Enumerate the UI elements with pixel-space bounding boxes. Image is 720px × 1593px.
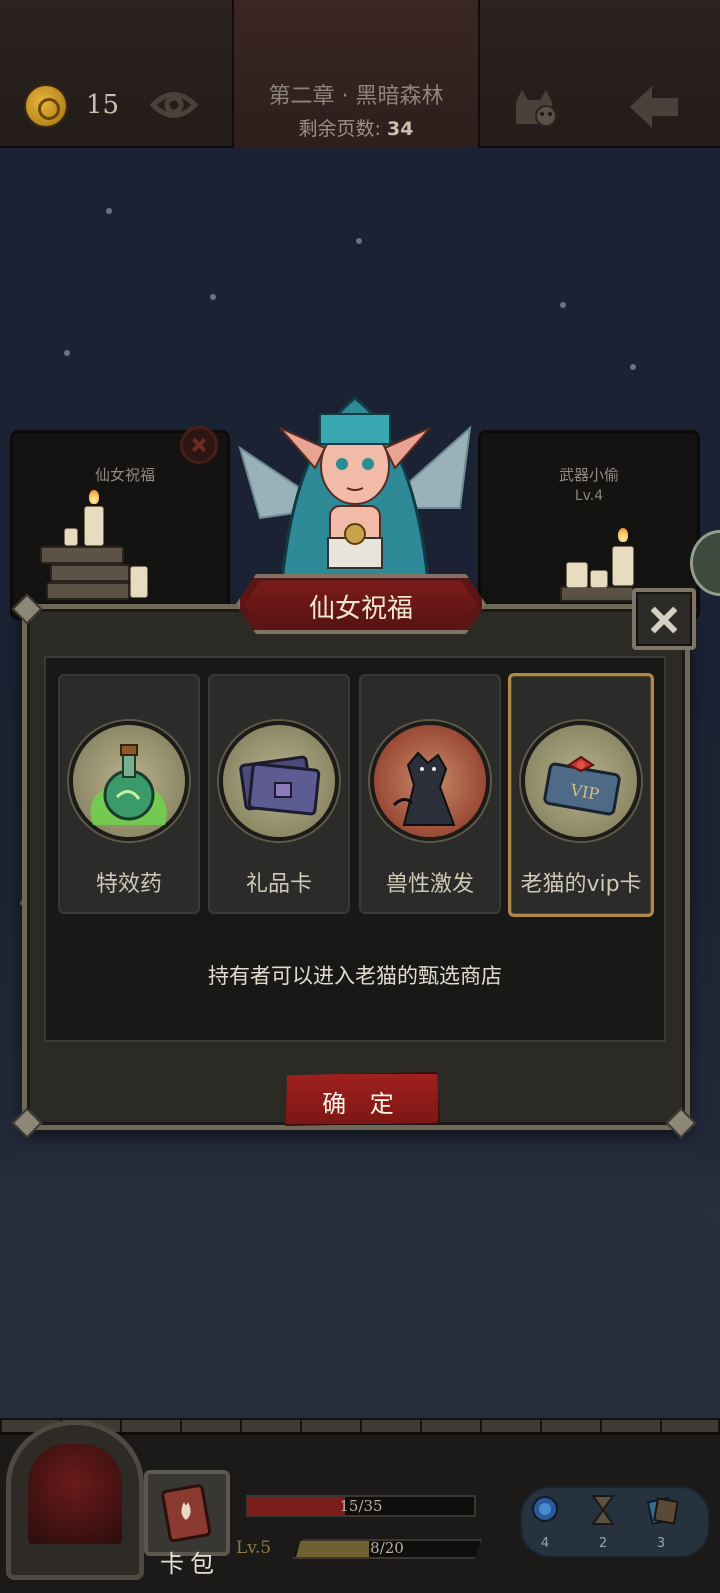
- option-label: 老猫的vip卡: [520, 872, 642, 897]
- compass-count: 4: [540, 1536, 550, 1551]
- event-card-right-level: Lv.4: [574, 488, 604, 504]
- candle-icon: [612, 546, 634, 586]
- dialog-title: 仙女祝福: [308, 594, 413, 624]
- snowflake: [210, 294, 216, 300]
- snowflake: [106, 208, 112, 214]
- chapter-title: 第二章 · 黑暗森林: [268, 84, 444, 109]
- candle-icon: [590, 570, 608, 588]
- option-icon-frame: [370, 721, 490, 841]
- werewolf-icon: [392, 751, 456, 826]
- snowflake: [560, 302, 566, 308]
- confirm-button-label[interactable]: 确 定: [284, 1084, 440, 1119]
- pages-left: 剩余页数: 34: [232, 114, 480, 141]
- compass-icon[interactable]: [530, 1494, 560, 1524]
- snowflake: [64, 350, 70, 356]
- option-icon-frame: [69, 721, 189, 841]
- book-stack-icon: [50, 564, 130, 582]
- option-description: 持有者可以进入老猫的甄选商店: [208, 964, 502, 988]
- card-bag-icon: [161, 1484, 212, 1542]
- flame-icon: [618, 528, 628, 542]
- option-label: 兽性激发: [385, 872, 474, 897]
- candle-icon: [566, 562, 588, 588]
- level-text: Lv.5: [236, 1538, 272, 1558]
- event-card-right-label: 武器小偷: [558, 466, 619, 484]
- candle-icon: [84, 506, 104, 546]
- eye-icon[interactable]: [150, 86, 198, 124]
- close-button[interactable]: [632, 588, 696, 650]
- coin-icon: [24, 84, 68, 128]
- potion-icon: [90, 744, 167, 825]
- card-dismiss-icon[interactable]: [180, 426, 218, 464]
- card-icon[interactable]: [646, 1494, 678, 1526]
- hourglass-icon[interactable]: [590, 1494, 616, 1526]
- vip-card-icon: VIP: [543, 755, 621, 816]
- book-stack-icon: [560, 586, 634, 602]
- book-stack-icon: [46, 582, 130, 600]
- coin-count: 15: [86, 90, 120, 120]
- pages-left-value: 34: [387, 118, 414, 140]
- pages-left-label: 剩余页数:: [298, 118, 381, 140]
- option-label: 特效药: [95, 872, 162, 897]
- option-icon-frame: [219, 721, 339, 841]
- flame-icon: [89, 490, 99, 504]
- card-bag-label[interactable]: 卡包: [140, 1544, 240, 1579]
- event-card-left-label: 仙女祝福: [94, 466, 155, 484]
- snowflake: [630, 364, 636, 370]
- snowy-ground: [0, 1180, 720, 1420]
- health-text: 15/35: [339, 1497, 383, 1515]
- option-label: 礼品卡: [245, 872, 312, 897]
- candle-icon: [64, 528, 78, 546]
- ghost-cat-icon[interactable]: [510, 84, 566, 128]
- card-count: 3: [656, 1536, 666, 1551]
- candle-icon: [130, 566, 148, 598]
- hero-avatar[interactable]: [28, 1444, 122, 1544]
- back-arrow-icon[interactable]: [626, 82, 682, 132]
- gift-card-icon: [239, 755, 321, 816]
- snowflake: [356, 238, 362, 244]
- book-stack-icon: [40, 546, 124, 564]
- hourglass-count: 2: [598, 1536, 608, 1551]
- option-icon-frame: VIP: [521, 721, 641, 841]
- experience-text: 8/20: [370, 1539, 404, 1557]
